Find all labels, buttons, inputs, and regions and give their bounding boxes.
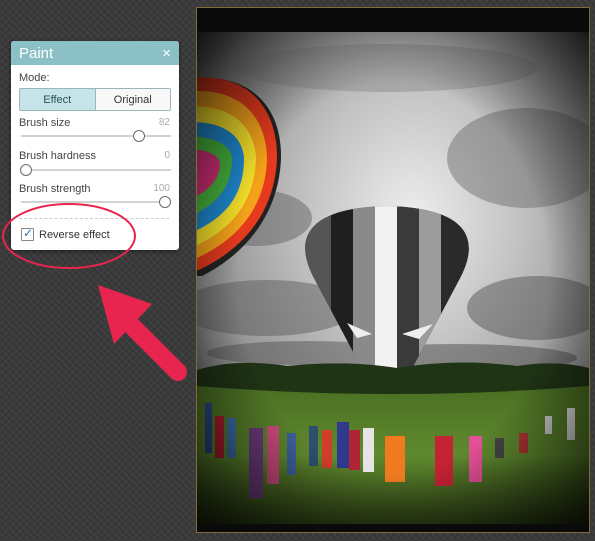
brush-strength-slider-thumb[interactable] bbox=[159, 196, 171, 208]
checkmark-icon: ✓ bbox=[23, 226, 34, 240]
panel-title: Paint bbox=[19, 44, 54, 62]
mode-label: Mode: bbox=[19, 72, 50, 84]
brush-size-slider[interactable] bbox=[21, 135, 171, 137]
brush-hardness-value: 0 bbox=[164, 150, 170, 161]
reverse-effect-label[interactable]: Reverse effect bbox=[39, 229, 110, 241]
photo-canvas[interactable] bbox=[196, 7, 590, 533]
paint-panel: Paint × Mode: Effect Original Brush size… bbox=[11, 41, 179, 250]
reverse-effect-checkbox[interactable]: ✓ bbox=[21, 226, 34, 241]
brush-strength-label: Brush strength bbox=[19, 183, 91, 195]
original-mode-button[interactable]: Original bbox=[95, 89, 170, 110]
close-icon[interactable]: × bbox=[162, 46, 171, 61]
brush-size-slider-thumb[interactable] bbox=[133, 130, 145, 142]
brush-hardness-slider[interactable] bbox=[21, 169, 171, 171]
brush-size-label: Brush size bbox=[19, 117, 71, 129]
panel-header: Paint × bbox=[11, 41, 179, 65]
divider bbox=[19, 218, 169, 219]
mode-toggle: Effect Original bbox=[19, 88, 171, 111]
effect-mode-button[interactable]: Effect bbox=[20, 89, 96, 110]
brush-size-value: 82 bbox=[158, 117, 170, 128]
brush-strength-slider[interactable] bbox=[21, 201, 171, 203]
annotation-arrow-icon bbox=[98, 285, 187, 381]
brush-hardness-slider-thumb[interactable] bbox=[20, 164, 32, 176]
brush-hardness-label: Brush hardness bbox=[19, 150, 97, 162]
brush-strength-value: 100 bbox=[153, 183, 170, 194]
balloon-photo bbox=[197, 32, 589, 524]
